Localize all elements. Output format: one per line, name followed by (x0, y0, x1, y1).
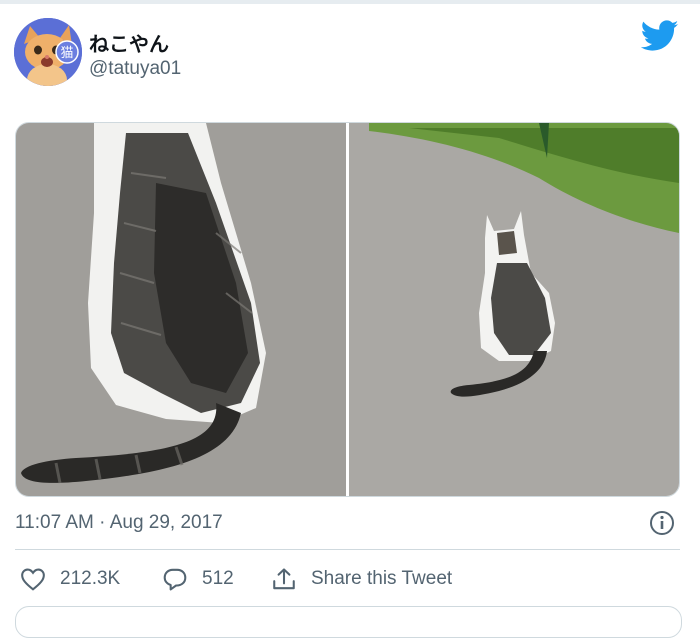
next-card-edge (15, 606, 682, 638)
share-icon (273, 568, 295, 590)
display-name[interactable]: ねこやん (89, 28, 169, 57)
tweet-timestamp[interactable]: 11:07 AM · Aug 29, 2017 (15, 512, 223, 534)
like-button[interactable]: 212.3K (20, 567, 120, 591)
info-icon[interactable] (648, 509, 676, 537)
divider (15, 549, 680, 550)
share-button[interactable]: Share this Tweet (271, 567, 452, 591)
twitter-bird-icon[interactable] (640, 20, 679, 52)
heart-icon (21, 568, 45, 591)
photo-cat-on-road[interactable] (349, 123, 679, 496)
avatar-cat-image: 猫 (14, 18, 82, 86)
photo-cat-closeup[interactable] (16, 123, 346, 496)
like-count: 212.3K (60, 568, 121, 589)
avatar-badge: 猫 (60, 45, 73, 60)
reply-count: 512 (202, 568, 234, 589)
top-border (0, 0, 700, 4)
share-label: Share this Tweet (311, 568, 453, 589)
avatar[interactable]: 猫 (14, 18, 82, 86)
reply-button[interactable]: 512 (162, 567, 234, 591)
tweet-card: 猫 ねこやん @tatuya01 11:07 AM · Aug 29, 2017… (0, 0, 700, 638)
reply-bubble-icon (163, 568, 187, 591)
tweet-media[interactable] (15, 122, 680, 497)
user-handle[interactable]: @tatuya01 (89, 58, 181, 80)
